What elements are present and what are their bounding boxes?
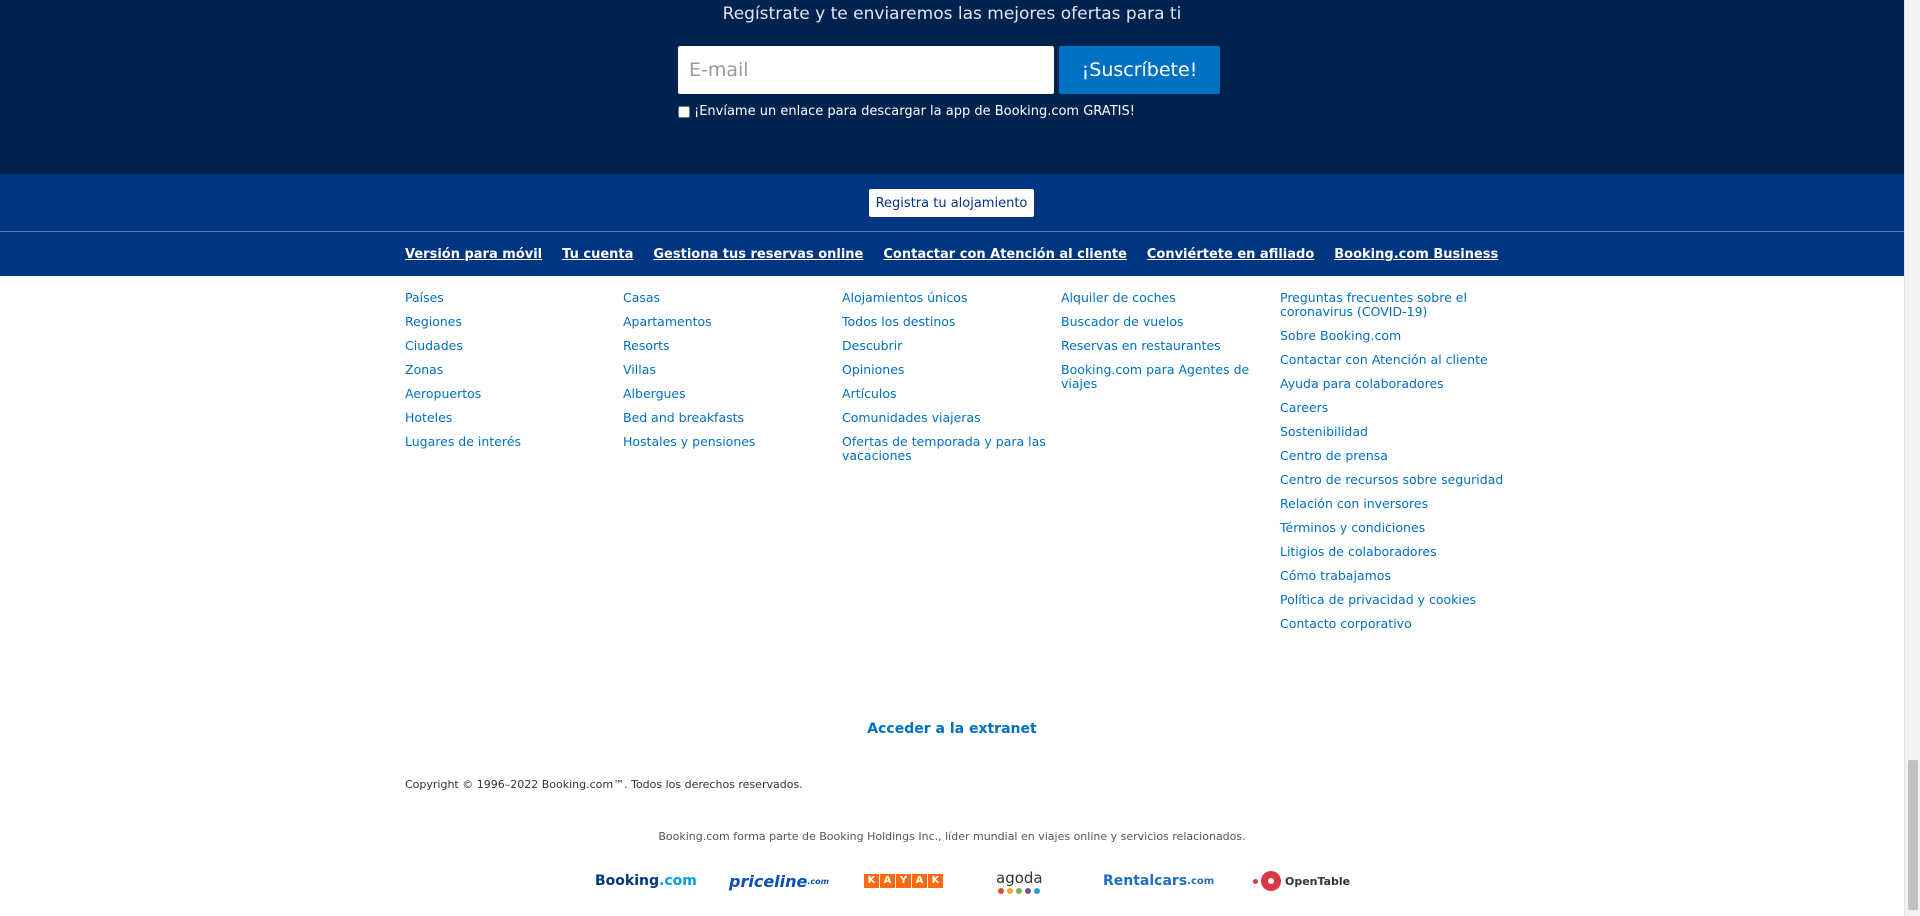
footer-link[interactable]: Buscador de vuelos: [1061, 315, 1271, 329]
footer-link[interactable]: Resorts: [623, 339, 833, 353]
footer-link[interactable]: Villas: [623, 363, 833, 377]
opentable-logo[interactable]: OpenTable: [1253, 866, 1350, 896]
footer-link[interactable]: Relación con inversores: [1280, 497, 1520, 511]
page: Regístrate y te enviaremos las mejores o…: [0, 0, 1920, 916]
footer-column-discover: Alojamientos únicos Todos los destinos D…: [842, 291, 1052, 473]
rentalcars-logo-main: Rentalcars: [1103, 873, 1188, 889]
footer-link[interactable]: Centro de recursos sobre seguridad: [1280, 473, 1520, 487]
extranet-link[interactable]: Acceder a la extranet: [867, 721, 1036, 737]
rentalcars-logo[interactable]: Rentalcars .com: [1103, 866, 1214, 896]
footer-column-services: Alquiler de coches Buscador de vuelos Re…: [1061, 291, 1271, 401]
footer-column-company: Preguntas frecuentes sobre el coronaviru…: [1280, 291, 1520, 641]
link-booking-business[interactable]: Booking.com Business: [1334, 247, 1498, 262]
footer-link[interactable]: Zonas: [405, 363, 615, 377]
agoda-dot: [1034, 887, 1041, 894]
agoda-dot: [1025, 887, 1032, 894]
priceline-logo-main: priceline: [729, 871, 808, 891]
footer-link[interactable]: Ayuda para colaboradores: [1280, 377, 1520, 391]
kayak-letter: Y: [896, 874, 911, 888]
kayak-logo[interactable]: K A Y A K: [864, 866, 944, 896]
link-manage-bookings[interactable]: Gestiona tus reservas online: [653, 247, 863, 262]
footer-link[interactable]: Descubrir: [842, 339, 1052, 353]
footer-link[interactable]: Ofertas de temporada y para las vacacion…: [842, 435, 1052, 463]
footer-column-places: Países Regiones Ciudades Zonas Aeropuert…: [405, 291, 615, 459]
register-band: Registra tu alojamiento: [0, 174, 1904, 232]
opentable-mini-dot-icon: [1253, 878, 1258, 884]
footer-link[interactable]: Cómo trabajamos: [1280, 569, 1520, 583]
footer-link[interactable]: Reservas en restaurantes: [1061, 339, 1271, 353]
agoda-logo[interactable]: agoda: [996, 866, 1043, 896]
footer-link[interactable]: Casas: [623, 291, 833, 305]
footer-content: Regístrate y te enviaremos las mejores o…: [0, 0, 1904, 916]
footer-link[interactable]: Alojamientos únicos: [842, 291, 1052, 305]
footer-link[interactable]: Lugares de interés: [405, 435, 615, 449]
footer-link[interactable]: Apartamentos: [623, 315, 833, 329]
footer-link[interactable]: Términos y condiciones: [1280, 521, 1520, 535]
kayak-letter: K: [928, 874, 943, 888]
kayak-letter: K: [864, 874, 879, 888]
rentalcars-logo-tld: .com: [1187, 875, 1215, 887]
footer-link[interactable]: Alquiler de coches: [1061, 291, 1271, 305]
footer-link[interactable]: Regiones: [405, 315, 615, 329]
footer-link[interactable]: Bed and breakfasts: [623, 411, 833, 425]
footer-link[interactable]: Hoteles: [405, 411, 615, 425]
footer-link[interactable]: Aeropuertos: [405, 387, 615, 401]
app-link-option[interactable]: ¡Envíame un enlace para descargar la app…: [678, 104, 1135, 119]
footer-link[interactable]: Sobre Booking.com: [1280, 329, 1520, 343]
page-scrollbar[interactable]: [1904, 0, 1920, 916]
footer-link[interactable]: Litigios de colaboradores: [1280, 545, 1520, 559]
kayak-letter: A: [912, 874, 927, 888]
email-input[interactable]: [678, 46, 1054, 94]
footer-link[interactable]: Todos los destinos: [842, 315, 1052, 329]
footer-link[interactable]: Hostales y pensiones: [623, 435, 833, 449]
newsletter-section: Regístrate y te enviaremos las mejores o…: [0, 0, 1904, 174]
brand-logos: Booking .com priceline .com K A Y A K agod…: [0, 866, 1904, 896]
opentable-icon: [1261, 871, 1281, 891]
footer-top-links: Versión para móvil Tu cuenta Gestiona tu…: [0, 232, 1904, 276]
agoda-dots: [998, 887, 1041, 894]
booking-logo-main: Booking: [595, 873, 660, 889]
priceline-logo-tld: .com: [807, 876, 829, 886]
agoda-logo-text: agoda: [996, 868, 1043, 887]
footer-link[interactable]: Artículos: [842, 387, 1052, 401]
newsletter-subtitle: Regístrate y te enviaremos las mejores o…: [722, 4, 1182, 24]
footer-link[interactable]: Albergues: [623, 387, 833, 401]
footer-link[interactable]: Política de privacidad y cookies: [1280, 593, 1520, 607]
priceline-logo[interactable]: priceline .com: [729, 866, 829, 896]
footer-link[interactable]: Comunidades viajeras: [842, 411, 1052, 425]
footer-link[interactable]: Contactar con Atención al cliente: [1280, 353, 1520, 367]
footer-link[interactable]: Centro de prensa: [1280, 449, 1520, 463]
link-mobile-version[interactable]: Versión para móvil: [405, 247, 542, 262]
app-link-label: ¡Envíame un enlace para descargar la app…: [694, 104, 1135, 119]
footer-link[interactable]: Opiniones: [842, 363, 1052, 377]
holdings-text: Booking.com forma parte de Booking Holdi…: [658, 830, 1246, 843]
agoda-dot: [1016, 887, 1023, 894]
copyright-text: Copyright © 1996–2022 Booking.com™. Todo…: [405, 778, 803, 791]
link-become-affiliate[interactable]: Conviértete en afiliado: [1147, 247, 1314, 262]
footer-link[interactable]: Preguntas frecuentes sobre el coronaviru…: [1280, 291, 1520, 319]
booking-logo[interactable]: Booking .com: [595, 866, 697, 896]
link-customer-service[interactable]: Contactar con Atención al cliente: [883, 247, 1126, 262]
agoda-dot: [998, 887, 1005, 894]
kayak-letter: A: [880, 874, 895, 888]
subscribe-button[interactable]: ¡Suscríbete!: [1059, 46, 1220, 94]
opentable-logo-text: OpenTable: [1285, 874, 1351, 888]
footer-link[interactable]: Booking.com para Agentes de viajes: [1061, 363, 1271, 391]
register-property-button[interactable]: Registra tu alojamiento: [869, 189, 1034, 217]
extranet-link-wrapper: Acceder a la extranet: [0, 718, 1904, 737]
link-your-account[interactable]: Tu cuenta: [562, 247, 633, 262]
app-link-checkbox[interactable]: [678, 105, 690, 118]
footer-link[interactable]: Sostenibilidad: [1280, 425, 1520, 439]
footer-top-links-row: Versión para móvil Tu cuenta Gestiona tu…: [405, 247, 1498, 262]
footer-link[interactable]: Careers: [1280, 401, 1520, 415]
footer-link[interactable]: Países: [405, 291, 615, 305]
agoda-dot: [1007, 887, 1014, 894]
footer-link[interactable]: Ciudades: [405, 339, 615, 353]
footer-column-property-types: Casas Apartamentos Resorts Villas Alberg…: [623, 291, 833, 459]
footer-link[interactable]: Contacto corporativo: [1280, 617, 1520, 631]
booking-logo-tld: .com: [659, 873, 697, 889]
scrollbar-thumb[interactable]: [1908, 760, 1918, 910]
